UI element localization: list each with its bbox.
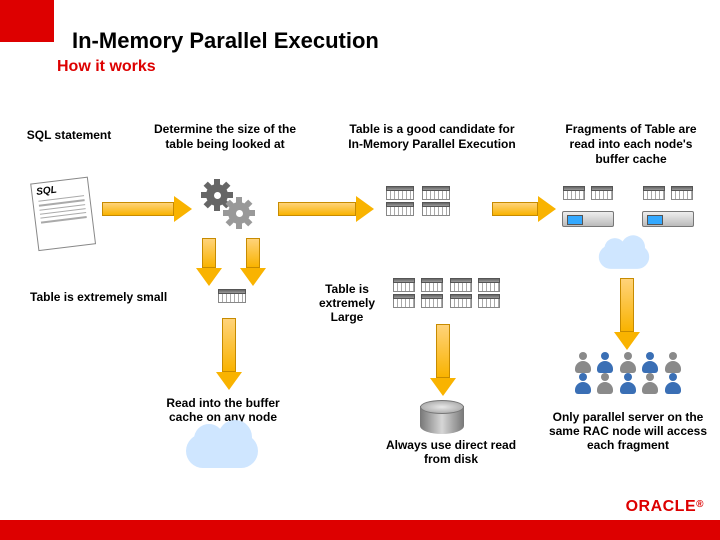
label-direct-read: Always use direct read from disk [376, 438, 526, 466]
heading-determine-size: Determine the size of the table being lo… [140, 122, 310, 152]
large-table-icon [392, 278, 501, 315]
small-table-icon [218, 289, 246, 308]
heading-sql-statement: SQL statement [24, 128, 114, 143]
label-only-parallel: Only parallel server on the same RAC nod… [548, 410, 708, 452]
heading-good-candidate: Table is a good candidate for In-Memory … [342, 122, 522, 152]
label-extremely-large: Table is extremely Large [302, 282, 392, 324]
sql-document-icon: SQL [28, 175, 96, 252]
cloud-icon [599, 245, 649, 269]
server-icon [562, 211, 614, 227]
buffer-cloud-icon [186, 434, 258, 468]
slide-subtitle: How it works [57, 58, 156, 76]
corner-accent [0, 0, 54, 42]
heading-fragments: Fragments of Table are read into each no… [556, 122, 706, 167]
candidate-table-icon [384, 186, 484, 218]
parallel-servers-icon [574, 354, 682, 400]
server-icon [642, 211, 694, 227]
footer-bar [0, 520, 720, 540]
label-extremely-small: Table is extremely small [30, 290, 200, 304]
oracle-logo: ORACLE® [626, 498, 704, 516]
label-read-buffer: Read into the buffer cache on any node [148, 396, 298, 424]
oracle-brand-text: ORACLE [626, 498, 697, 515]
rac-node-2 [642, 186, 694, 227]
rac-node-1 [562, 186, 614, 227]
disk-icon [420, 400, 464, 434]
slide-title: In-Memory Parallel Execution [72, 28, 379, 54]
